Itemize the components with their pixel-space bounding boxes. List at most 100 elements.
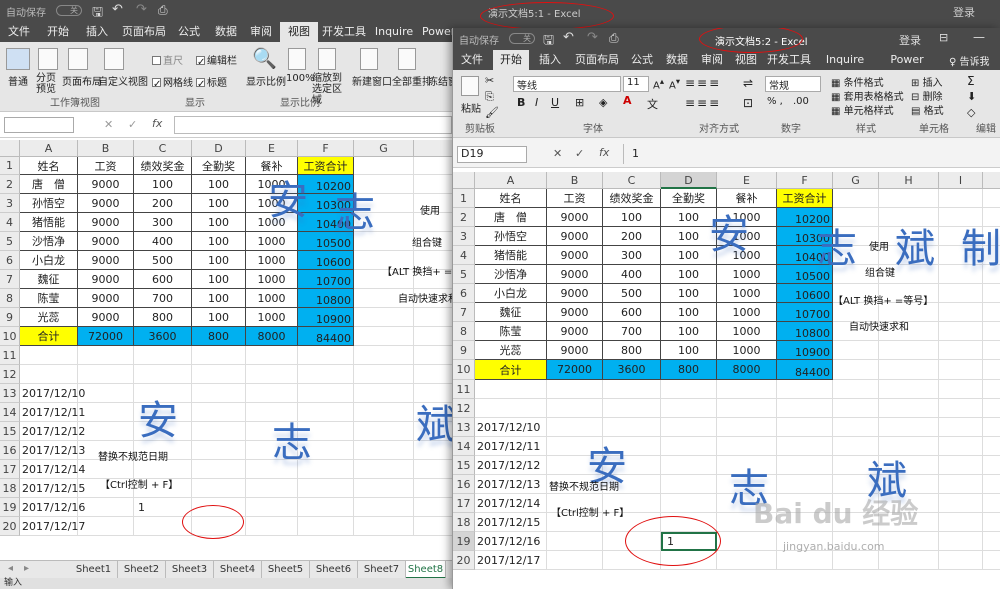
align-top-icons[interactable]: ≡≡≡	[685, 76, 721, 90]
row-header[interactable]: 13	[453, 418, 475, 437]
tab-home[interactable]: 开始	[40, 22, 76, 42]
name-box[interactable]	[4, 117, 74, 133]
cell[interactable]	[661, 437, 717, 456]
table-cell[interactable]: 500	[603, 284, 661, 303]
table-cell[interactable]: 小白龙	[20, 251, 78, 270]
table-format-button[interactable]: ▦ 套用表格格式	[831, 88, 904, 103]
tab-power-pivot[interactable]: Power Pivot	[877, 50, 937, 86]
cell[interactable]	[939, 399, 983, 418]
date-cell[interactable]: 2017/12/12	[20, 422, 85, 441]
wrap-text-icon[interactable]: ⇌	[743, 76, 753, 90]
cell[interactable]	[354, 441, 414, 460]
row-header[interactable]: 16	[453, 475, 475, 494]
cell[interactable]	[833, 360, 879, 380]
delete-cells-button[interactable]: ⊟ 删除	[911, 88, 943, 103]
cell[interactable]	[354, 365, 414, 384]
cell[interactable]	[879, 399, 939, 418]
cell[interactable]	[298, 498, 354, 517]
cell[interactable]	[354, 403, 414, 422]
cell[interactable]	[777, 399, 833, 418]
cell[interactable]	[717, 532, 777, 551]
cell[interactable]	[414, 175, 452, 194]
copy-icon[interactable]: ⎘	[485, 90, 494, 104]
tab-formulas[interactable]: 公式	[174, 22, 204, 42]
cell[interactable]	[78, 422, 134, 441]
cell[interactable]	[983, 494, 1000, 513]
undo-icon[interactable]: ↶	[112, 2, 123, 17]
row-header[interactable]: 9	[453, 341, 475, 360]
cell[interactable]	[777, 456, 833, 475]
row-header[interactable]: 17	[0, 460, 20, 479]
table-cell[interactable]: 300	[134, 213, 192, 232]
cell[interactable]	[939, 418, 983, 437]
table-cell[interactable]: 9000	[547, 341, 603, 360]
cell[interactable]	[78, 498, 134, 517]
cell[interactable]	[298, 384, 354, 403]
sheet-tab-3[interactable]: Sheet3	[166, 561, 214, 579]
column-header[interactable]: E	[246, 140, 298, 157]
minimize-icon[interactable]: —	[973, 30, 985, 44]
cell[interactable]	[939, 284, 983, 303]
row-header[interactable]: 3	[0, 194, 20, 213]
row-header[interactable]: 4	[453, 246, 475, 265]
table-cell[interactable]: 9000	[78, 251, 134, 270]
cell[interactable]	[879, 380, 939, 399]
row-header[interactable]: 11	[453, 380, 475, 399]
row-header[interactable]: 1	[453, 189, 475, 208]
cell[interactable]	[192, 460, 246, 479]
table-cell[interactable]: 200	[134, 194, 192, 213]
tab-file[interactable]: 文件	[4, 22, 34, 42]
table-cell[interactable]: 9000	[547, 322, 603, 341]
table-cell[interactable]: 孙悟空	[20, 194, 78, 213]
table-cell[interactable]: 9000	[547, 284, 603, 303]
column-header[interactable]: B	[547, 172, 603, 189]
redo-icon[interactable]: ↷	[136, 2, 147, 17]
tab-inquire[interactable]: Inquire	[374, 22, 414, 42]
row-header[interactable]: 18	[0, 479, 20, 498]
shrink-font-icon[interactable]: A▾	[669, 76, 680, 91]
cell[interactable]	[661, 418, 717, 437]
cell[interactable]	[20, 346, 78, 365]
row-header[interactable]: 18	[453, 513, 475, 532]
cell[interactable]	[983, 341, 1000, 360]
table-cell[interactable]: 1000	[717, 284, 777, 303]
column-header[interactable]: A	[475, 172, 547, 189]
cell[interactable]	[939, 456, 983, 475]
table-cell[interactable]: 猪悟能	[20, 213, 78, 232]
column-header[interactable]: D	[192, 140, 246, 157]
row-header[interactable]: 2	[0, 175, 20, 194]
cell[interactable]	[78, 365, 134, 384]
cancel-icon[interactable]: ✕	[553, 147, 562, 160]
table-cell[interactable]: 10700	[777, 303, 833, 322]
cell[interactable]	[354, 157, 414, 175]
total-cell[interactable]: 3600	[134, 327, 192, 346]
row-header[interactable]: 17	[453, 494, 475, 513]
tab-home[interactable]: 开始	[493, 50, 529, 70]
tab-page-layout[interactable]: 页面布局	[118, 22, 170, 42]
cell[interactable]	[717, 418, 777, 437]
cell[interactable]	[134, 346, 192, 365]
total-cell[interactable]: 800	[192, 327, 246, 346]
font-color-icon[interactable]: A	[623, 94, 632, 107]
tab-inquire[interactable]: Inquire	[825, 50, 865, 70]
cell[interactable]	[717, 399, 777, 418]
merge-center-icon[interactable]: ⊡	[743, 96, 753, 110]
table-cell[interactable]: 100	[661, 341, 717, 360]
table-cell[interactable]: 100	[192, 232, 246, 251]
tab-view[interactable]: 视图	[280, 22, 318, 42]
cell[interactable]	[983, 360, 1000, 380]
table-header-cell[interactable]: 绩效奖金	[603, 189, 661, 208]
table-cell[interactable]: 100	[661, 322, 717, 341]
table-cell[interactable]: 1000	[246, 308, 298, 327]
cell[interactable]	[414, 460, 452, 479]
cell[interactable]	[475, 380, 547, 399]
ruler-checkbox[interactable]: 直尺	[152, 52, 183, 67]
table-cell[interactable]: 600	[603, 303, 661, 322]
total-cell[interactable]: 合计	[475, 360, 547, 380]
row-header[interactable]: 15	[453, 456, 475, 475]
date-cell[interactable]: 2017/12/14	[475, 494, 547, 513]
cell[interactable]	[414, 517, 452, 536]
tab-developer[interactable]: 开发工具	[767, 50, 811, 70]
total-cell[interactable]: 72000	[78, 327, 134, 346]
enter-icon[interactable]: ✓	[128, 118, 137, 131]
